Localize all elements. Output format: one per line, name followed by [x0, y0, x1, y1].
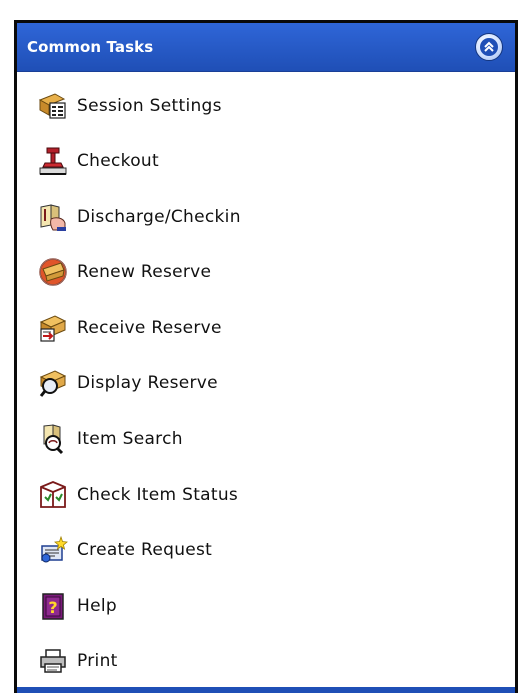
task-discharge-checkin[interactable]: Discharge/Checkin [37, 197, 241, 237]
panel-header: Common Tasks [17, 23, 515, 72]
discharge-checkin-icon [37, 201, 69, 233]
checkout-stamp-icon [37, 145, 69, 177]
session-settings-icon [37, 90, 69, 122]
panel-bottom-border [17, 687, 515, 693]
task-label: Check Item Status [77, 485, 239, 505]
item-search-icon [37, 423, 69, 455]
task-label: Help [77, 596, 117, 616]
task-item-search[interactable]: Item Search [37, 419, 183, 459]
task-help[interactable]: ? Help [37, 586, 117, 626]
task-label: Checkout [77, 151, 159, 171]
task-label: Session Settings [77, 96, 222, 116]
receive-reserve-icon [37, 312, 69, 344]
common-tasks-panel: Common Tasks Session Settings Checkout D… [14, 20, 518, 693]
display-reserve-icon [37, 367, 69, 399]
create-request-icon [37, 534, 69, 566]
task-display-reserve[interactable]: Display Reserve [37, 363, 218, 403]
collapse-button[interactable] [475, 33, 503, 61]
task-label: Renew Reserve [77, 262, 212, 282]
help-icon: ? [37, 590, 69, 622]
task-receive-reserve[interactable]: Receive Reserve [37, 308, 222, 348]
task-renew-reserve[interactable]: Renew Reserve [37, 252, 211, 292]
double-chevron-up-icon [480, 38, 498, 56]
task-label: Create Request [77, 540, 213, 560]
task-label: Discharge/Checkin [77, 207, 241, 227]
renew-reserve-icon [37, 256, 69, 288]
panel-title: Common Tasks [27, 38, 154, 56]
task-check-item-status[interactable]: Check Item Status [37, 475, 238, 515]
task-create-request[interactable]: Create Request [37, 530, 212, 570]
task-print[interactable]: Print [37, 641, 118, 681]
task-session-settings[interactable]: Session Settings [37, 86, 222, 126]
check-item-status-icon [37, 479, 69, 511]
svg-text:?: ? [48, 598, 57, 617]
task-label: Receive Reserve [77, 318, 222, 338]
task-label: Item Search [77, 429, 183, 449]
task-checkout[interactable]: Checkout [37, 141, 159, 181]
task-label: Display Reserve [77, 373, 218, 393]
printer-icon [37, 645, 69, 677]
task-label: Print [77, 651, 118, 671]
